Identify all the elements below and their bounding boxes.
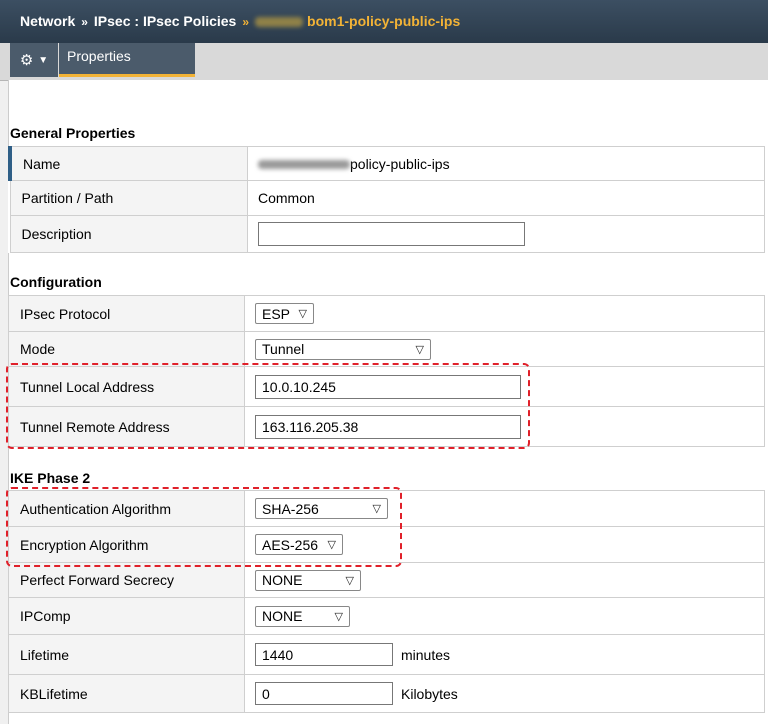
breadcrumb-ipsec-policies[interactable]: IPsec : IPsec Policies: [94, 13, 236, 29]
lifetime-label: Lifetime: [8, 634, 245, 675]
kblifetime-input[interactable]: [255, 682, 393, 705]
redacted-text: [255, 17, 304, 28]
breadcrumb-separator-icon: »: [242, 15, 250, 29]
gear-menu-button[interactable]: ⚙ ▼: [10, 43, 58, 77]
caret-down-icon: ▼: [38, 54, 49, 66]
table-row: Lifetime minutes: [8, 634, 765, 675]
ipcomp-select-value: NONE: [262, 608, 303, 624]
table-row: Partition / Path Common: [9, 180, 765, 216]
name-value-text: policy-public-ips: [350, 155, 450, 172]
pfs-label: Perfect Forward Secrecy: [8, 562, 245, 598]
section-title-general: General Properties: [10, 125, 136, 141]
partition-value: Common: [247, 180, 765, 216]
table-row: Mode Tunnel ▽: [8, 331, 765, 367]
table-row: IPComp NONE ▽: [8, 597, 765, 635]
mode-label: Mode: [8, 331, 245, 367]
table-row: Perfect Forward Secrecy NONE ▽: [8, 562, 765, 598]
chevron-down-icon: ▽: [334, 610, 343, 623]
gear-icon: ⚙: [19, 52, 34, 69]
name-value: policy-public-ips: [247, 146, 765, 181]
lifetime-cell: minutes: [244, 634, 765, 675]
kblifetime-label: KBLifetime: [8, 674, 245, 713]
name-label: Name: [8, 146, 248, 181]
breadcrumb-separator-icon: »: [81, 15, 88, 29]
general-properties-table: Name policy-public-ips Partition / Path …: [8, 146, 765, 253]
protocol-select-value: ESP: [262, 305, 291, 322]
redacted-text: [258, 160, 350, 170]
header-bar: Network » IPsec : IPsec Policies » bom1-poli…: [0, 0, 768, 43]
breadcrumb-current: bom1-policy-public-ips: [307, 13, 461, 29]
ipcomp-select[interactable]: NONE ▽: [255, 605, 350, 627]
table-row: KBLifetime Kilobytes: [8, 674, 765, 713]
partition-label: Partition / Path: [9, 180, 248, 216]
chevron-down-icon: ▽: [298, 308, 307, 320]
lifetime-input[interactable]: [255, 643, 393, 666]
description-label: Description: [9, 215, 248, 253]
chevron-down-icon: ▽: [415, 343, 424, 356]
mode-select-value: Tunnel: [262, 341, 305, 357]
highlight-tunnel-addresses: [6, 363, 530, 449]
lifetime-unit: minutes: [401, 646, 451, 663]
breadcrumb: Network » IPsec : IPsec Policies » bom1-poli…: [20, 13, 460, 29]
highlight-algorithms: [6, 487, 402, 567]
kblifetime-unit: Kilobytes: [401, 685, 458, 702]
pfs-select[interactable]: NONE ▽: [255, 569, 361, 591]
breadcrumb-network[interactable]: Network: [20, 13, 75, 29]
pfs-select-value: NONE: [262, 572, 303, 588]
ipcomp-cell: NONE ▽: [244, 597, 765, 635]
table-row: Name policy-public-ips: [8, 146, 765, 181]
description-cell: [247, 215, 765, 253]
mode-cell: Tunnel ▽: [244, 331, 765, 367]
protocol-label: IPsec Protocol: [8, 295, 245, 332]
pfs-cell: NONE ▽: [244, 562, 765, 598]
description-input[interactable]: [258, 222, 525, 246]
chevron-down-icon: ▽: [345, 574, 354, 587]
section-title-ike-phase2: IKE Phase 2: [10, 470, 91, 486]
protocol-cell: ESP ▽: [244, 295, 765, 332]
mode-select[interactable]: Tunnel ▽: [255, 338, 431, 360]
table-row: Description: [9, 215, 765, 253]
ipcomp-label: IPComp: [8, 597, 245, 635]
kblifetime-cell: Kilobytes: [244, 674, 765, 713]
table-row: IPsec Protocol ESP ▽: [8, 295, 765, 332]
section-title-configuration: Configuration: [10, 274, 102, 290]
protocol-select[interactable]: ESP ▽: [255, 303, 314, 324]
tab-properties[interactable]: Properties: [59, 43, 195, 77]
